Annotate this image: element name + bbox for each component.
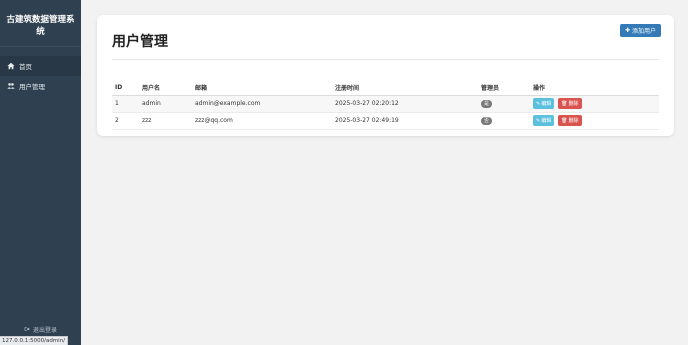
cell-email: admin@example.com [192,95,332,113]
cell-actions: ✎ 编辑 🗑 删除 [530,112,659,130]
sidebar-item-label: 用户管理 [19,83,45,91]
header-id: ID [112,80,139,96]
admin-badge: 是 [481,99,493,108]
page-title: 用户管理 [112,34,168,50]
delete-label: 删除 [568,101,579,107]
delete-button[interactable]: 🗑 删除 [558,98,582,109]
logout-icon [24,326,30,334]
edit-label: 编辑 [541,118,552,124]
header-admin: 管理员 [478,80,530,96]
header-actions: 操作 [530,80,659,96]
add-user-label: 添加用户 [631,28,656,35]
cell-actions: ✎ 编辑 🗑 删除 [530,95,659,113]
sidebar-item-home[interactable]: 首页 [0,56,81,76]
cell-registered: 2025-03-27 02:20:12 [332,95,478,113]
edit-icon: ✎ [536,117,541,124]
cell-id: 2 [112,112,139,130]
sidebar-item-users[interactable]: 用户管理 [0,76,81,96]
plus-icon: ✚ [624,27,630,34]
edit-icon: ✎ [536,100,541,107]
cell-admin: 否 [478,112,530,130]
cell-registered: 2025-03-27 02:49:19 [332,112,478,130]
sidebar: 古建筑数据管理系统 首页 用户管理 退出登录 [0,0,81,345]
delete-button[interactable]: 🗑 删除 [558,115,582,126]
header-email: 邮箱 [192,80,332,96]
home-icon [6,62,15,71]
header-username: 用户名 [139,80,192,96]
cell-id: 1 [112,95,139,113]
table-row: 2 zzz zzz@qq.com 2025-03-27 02:49:19 否 ✎… [112,112,659,130]
logout-label: 退出登录 [32,327,57,334]
cell-admin: 是 [478,95,530,113]
users-table: ID 用户名 邮箱 注册时间 管理员 操作 1 admin admin@exam… [112,80,659,130]
add-user-button[interactable]: ✚ 添加用户 [619,24,661,37]
edit-button[interactable]: ✎ 编辑 [533,98,555,109]
delete-label: 删除 [568,118,579,124]
edit-button[interactable]: ✎ 编辑 [533,115,555,126]
sidebar-item-label: 首页 [19,63,32,71]
cell-email: zzz@qq.com [192,112,332,130]
table-row: 1 admin admin@example.com 2025-03-27 02:… [112,95,659,113]
admin-badge: 否 [481,116,493,125]
logout-link[interactable]: 退出登录 [0,325,81,334]
users-icon [6,82,15,91]
edit-label: 编辑 [541,101,552,107]
trash-icon: 🗑 [561,100,568,107]
app-title: 古建筑数据管理系统 [6,15,75,37]
card-divider [112,59,659,60]
cell-username: admin [139,95,192,113]
status-url: 127.0.0.1:5000/admin/ [0,336,69,345]
user-management-card: 用户管理 ✚ 添加用户 ID 用户名 邮箱 注册时间 管理员 操作 1 admi… [97,15,674,136]
table-header-row: ID 用户名 邮箱 注册时间 管理员 操作 [112,80,659,96]
trash-icon: 🗑 [561,117,568,124]
header-registered: 注册时间 [332,80,478,96]
cell-username: zzz [139,112,192,130]
